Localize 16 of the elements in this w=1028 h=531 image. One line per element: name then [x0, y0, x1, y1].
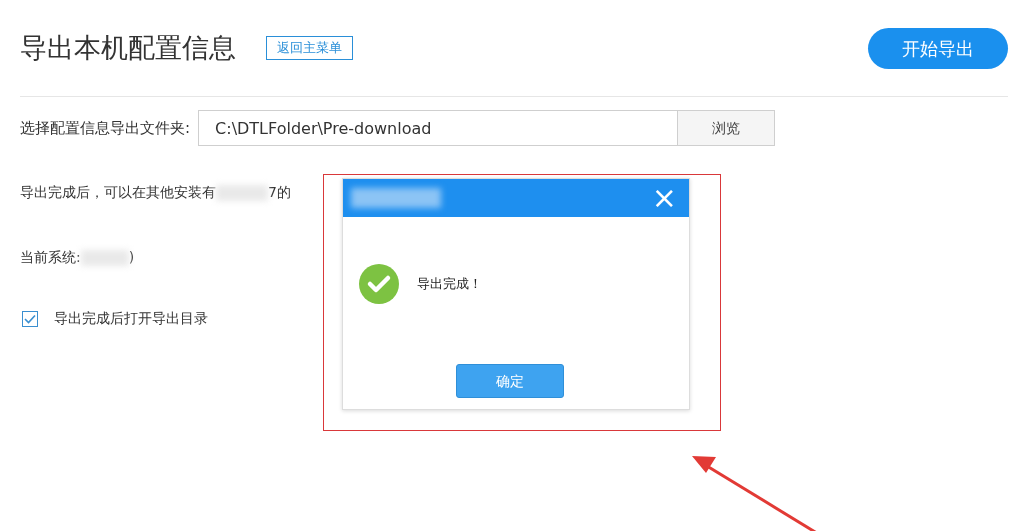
success-icon — [359, 264, 399, 304]
system-label: 当前系统: — [20, 248, 81, 267]
close-button[interactable]: × — [647, 183, 681, 213]
info-text: 导出完成后，可以在其他安装有 — [20, 183, 216, 202]
folder-path-field[interactable]: C:\DTLFolder\Pre-download — [198, 110, 679, 146]
checkbox[interactable] — [22, 310, 38, 327]
ok-button[interactable]: 确定 — [456, 364, 564, 398]
system-text: ) — [128, 248, 135, 267]
folder-label: 选择配置信息导出文件夹: — [20, 117, 191, 139]
info-text: 7的 — [268, 183, 291, 202]
browse-button[interactable]: 浏览 — [678, 110, 776, 146]
checkbox-label: 导出完成后打开导出目录 — [54, 309, 208, 328]
start-export-button[interactable]: 开始导出 — [868, 27, 1008, 69]
back-button[interactable]: 返回主菜单 — [266, 36, 353, 60]
dialog-message: 导出完成！ — [417, 275, 482, 294]
page-title: 导出本机配置信息 — [20, 31, 236, 65]
